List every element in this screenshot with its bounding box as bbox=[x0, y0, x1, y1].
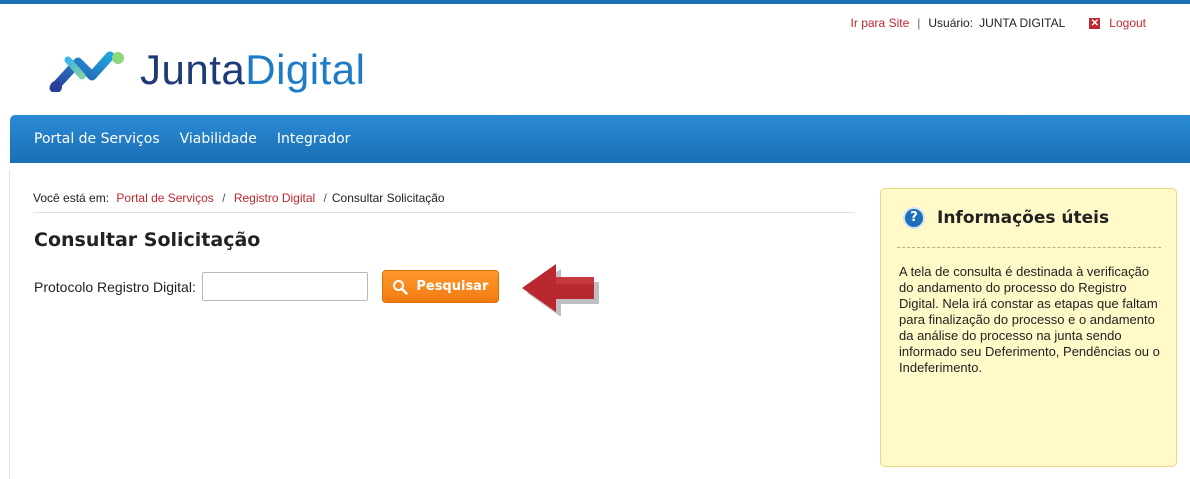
breadcrumb-portal-servicos[interactable]: Portal de Serviços bbox=[116, 191, 213, 205]
user-links: Ir para Site | Usuário: JUNTA DIGITAL ✕ … bbox=[851, 16, 1146, 30]
nav-item-integrador[interactable]: Integrador bbox=[277, 131, 351, 147]
search-icon bbox=[393, 279, 409, 295]
nav-item-portal-servicos[interactable]: Portal de Serviços bbox=[34, 131, 160, 147]
user-label: Usuário: bbox=[928, 16, 974, 30]
search-button-label: Pesquisar bbox=[416, 279, 489, 294]
page-title: Consultar Solicitação bbox=[34, 229, 261, 251]
breadcrumb: Você está em: Portal de Serviços / Regis… bbox=[33, 191, 445, 205]
logo-text-junta: Junta bbox=[140, 46, 246, 93]
info-header: ? Informações úteis bbox=[903, 207, 1109, 229]
logo-mark-icon bbox=[49, 51, 124, 92]
breadcrumb-separator: / bbox=[222, 191, 226, 205]
search-form: Protocolo Registro Digital: Pesquisar bbox=[34, 270, 499, 303]
protocol-label: Protocolo Registro Digital: bbox=[34, 278, 196, 295]
logo-wordmark: JuntaDigital bbox=[140, 46, 365, 94]
breadcrumb-prefix: Você está em: bbox=[33, 191, 110, 205]
user-name: JUNTA DIGITAL bbox=[979, 16, 1066, 30]
protocol-input[interactable] bbox=[201, 272, 368, 301]
info-divider bbox=[897, 247, 1161, 248]
breadcrumb-separator: / bbox=[323, 191, 327, 205]
breadcrumb-current: Consultar Solicitação bbox=[331, 191, 445, 205]
help-icon: ? bbox=[903, 207, 925, 229]
content-left-border bbox=[9, 170, 10, 479]
top-accent-bar bbox=[0, 0, 1190, 4]
separator: | bbox=[917, 16, 921, 30]
main-navbar: Portal de Serviços Viabilidade Integrado… bbox=[10, 115, 1190, 163]
logout-icon[interactable]: ✕ bbox=[1089, 17, 1101, 29]
breadcrumb-registro-digital[interactable]: Registro Digital bbox=[234, 191, 315, 205]
logout-link[interactable]: Logout bbox=[1109, 16, 1146, 30]
nav-item-viabilidade[interactable]: Viabilidade bbox=[180, 131, 257, 147]
annotation-arrow-icon bbox=[522, 264, 599, 316]
info-text: A tela de consulta é destinada à verific… bbox=[899, 264, 1160, 375]
go-to-site-link[interactable]: Ir para Site bbox=[851, 16, 910, 30]
info-panel: ? Informações úteis A tela de consulta é… bbox=[880, 188, 1177, 467]
breadcrumb-divider bbox=[33, 212, 855, 213]
search-button[interactable]: Pesquisar bbox=[381, 270, 499, 303]
juntadigital-logo[interactable]: JuntaDigital bbox=[48, 46, 365, 94]
logo-text-digital: Digital bbox=[245, 46, 366, 93]
info-title: Informações úteis bbox=[937, 208, 1110, 228]
